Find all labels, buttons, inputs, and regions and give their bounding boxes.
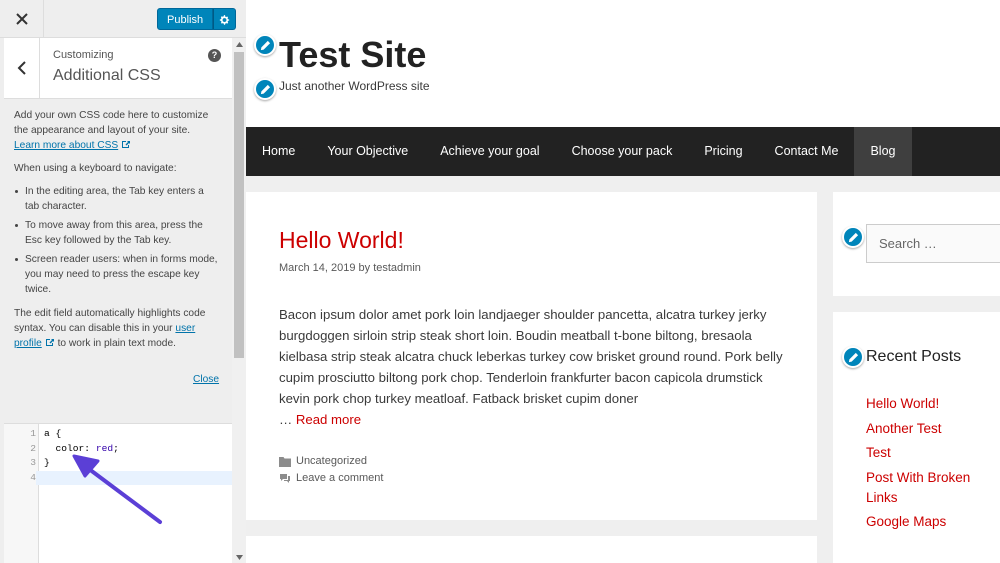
primary-navigation: Home Your Objective Achieve your goal Ch…: [246, 127, 1000, 176]
post-by: by: [358, 262, 371, 274]
code-line[interactable]: 2 color: red;: [4, 442, 232, 457]
leave-comment-link[interactable]: Leave a comment: [296, 470, 383, 487]
site-title[interactable]: Test Site: [279, 34, 426, 76]
code-line[interactable]: 1 a {: [4, 427, 232, 442]
edit-recent-posts-shortcut[interactable]: [842, 346, 864, 368]
category-link[interactable]: Uncategorized: [296, 453, 367, 470]
back-button[interactable]: [4, 38, 40, 98]
keyboard-heading: When using a keyboard to navigate:: [14, 163, 177, 174]
recent-post-link[interactable]: Hello World!: [866, 394, 994, 414]
search-input[interactable]: Search …: [866, 224, 1000, 263]
pencil-icon: [260, 84, 270, 94]
post-author[interactable]: testadmin: [373, 262, 421, 274]
section-supertitle: Customizing: [53, 49, 114, 61]
nav-item-pricing[interactable]: Pricing: [688, 127, 758, 176]
help-icon[interactable]: ?: [208, 49, 221, 62]
folder-icon: [279, 457, 291, 467]
site-preview: Test Site Just another WordPress site Ho…: [246, 0, 1000, 563]
edit-title-shortcut[interactable]: [254, 34, 276, 56]
code-text: }: [44, 457, 50, 468]
gear-icon: [219, 14, 230, 25]
code-text: a {: [44, 428, 62, 439]
caret-down-icon: [235, 554, 243, 560]
nav-item-achieve-your-goal[interactable]: Achieve your goal: [424, 127, 555, 176]
nav-item-home[interactable]: Home: [246, 127, 311, 176]
scrollbar-thumb[interactable]: [234, 52, 244, 358]
customizer-scrollbar[interactable]: [232, 38, 246, 563]
pencil-icon: [848, 232, 858, 242]
scroll-up-arrow[interactable]: [232, 38, 246, 50]
publish-group: Publish: [157, 8, 237, 30]
read-more-link[interactable]: Read more: [296, 412, 361, 427]
customizer-section: Customizing Additional CSS ? Add your ow…: [0, 38, 232, 563]
post-footer: Uncategorized Leave a comment: [279, 453, 383, 487]
close-description-link[interactable]: Close: [193, 374, 219, 385]
post-title[interactable]: Hello World!: [279, 227, 404, 254]
comment-icon: [280, 474, 290, 483]
line-number: 1: [30, 428, 36, 439]
section-description: Add your own CSS code here to customize …: [14, 108, 220, 359]
site-tagline: Just another WordPress site: [279, 79, 430, 93]
recent-post-link[interactable]: Post With Broken Links: [866, 468, 994, 508]
nav-item-choose-your-pack[interactable]: Choose your pack: [556, 127, 689, 176]
close-icon: [15, 12, 28, 25]
site-header: Test Site Just another WordPress site: [246, 0, 1000, 127]
close-customizer-button[interactable]: [0, 0, 44, 37]
line-number: 4: [4, 470, 36, 485]
code-text: color: red;: [44, 442, 119, 454]
scroll-down-arrow[interactable]: [232, 551, 246, 563]
edit-tagline-shortcut[interactable]: [254, 78, 276, 100]
line-number: 2: [30, 442, 36, 454]
recent-post-link[interactable]: Another Test: [866, 419, 994, 439]
customizer-panel: Publish Customizing Additional CSS ? Add…: [0, 0, 246, 563]
post-meta: March 14, 2019 by testadmin: [279, 262, 421, 274]
section-header: Customizing Additional CSS ?: [4, 38, 232, 99]
css-code-editor[interactable]: 1 a { 2 color: red; 3 } 4: [4, 423, 232, 563]
next-post-card: [246, 536, 817, 563]
list-item: In the editing area, the Tab key enters …: [14, 184, 220, 214]
recent-post-link[interactable]: Google Maps: [866, 512, 994, 532]
nav-item-your-objective[interactable]: Your Objective: [311, 127, 424, 176]
pencil-icon: [848, 352, 858, 362]
highlight-text: The edit field automatically highlights …: [14, 308, 206, 349]
search-widget: Search …: [833, 192, 1000, 296]
post-article: Hello World! March 14, 2019 by testadmin…: [246, 192, 817, 520]
list-item: Screen reader users: when in forms mode,…: [14, 252, 220, 297]
post-date[interactable]: March 14, 2019: [279, 262, 355, 274]
recent-posts-widget: Recent Posts Hello World! Another Test T…: [833, 312, 1000, 563]
external-link-icon: [122, 141, 131, 148]
edit-search-widget-shortcut[interactable]: [842, 226, 864, 248]
recent-post-link[interactable]: Test: [866, 443, 994, 463]
caret-up-icon: [235, 41, 243, 47]
nav-item-blog[interactable]: Blog: [854, 127, 912, 176]
nav-item-contact-me[interactable]: Contact Me: [759, 127, 855, 176]
section-title: Additional CSS: [53, 67, 161, 84]
code-line[interactable]: 3 }: [4, 456, 232, 471]
publish-settings-button[interactable]: [213, 8, 237, 30]
keyboard-tips: In the editing area, the Tab key enters …: [14, 184, 220, 297]
learn-more-css-link[interactable]: Learn more about CSS: [14, 140, 131, 151]
publish-button[interactable]: Publish: [157, 8, 214, 30]
recent-posts-title: Recent Posts: [866, 348, 962, 365]
recent-posts-list: Hello World! Another Test Test Post With…: [866, 394, 994, 537]
customizer-header: Publish: [0, 0, 246, 38]
chevron-left-icon: [17, 61, 26, 75]
post-excerpt: Bacon ipsum dolor amet pork loin landjae…: [279, 307, 783, 427]
line-number: 3: [30, 457, 36, 468]
intro-text: Add your own CSS code here to customize …: [14, 110, 209, 151]
pencil-icon: [260, 40, 270, 50]
code-line-active[interactable]: 4: [4, 470, 232, 485]
list-item: To move away from this area, press the E…: [14, 218, 220, 248]
external-link-icon: [45, 339, 54, 346]
